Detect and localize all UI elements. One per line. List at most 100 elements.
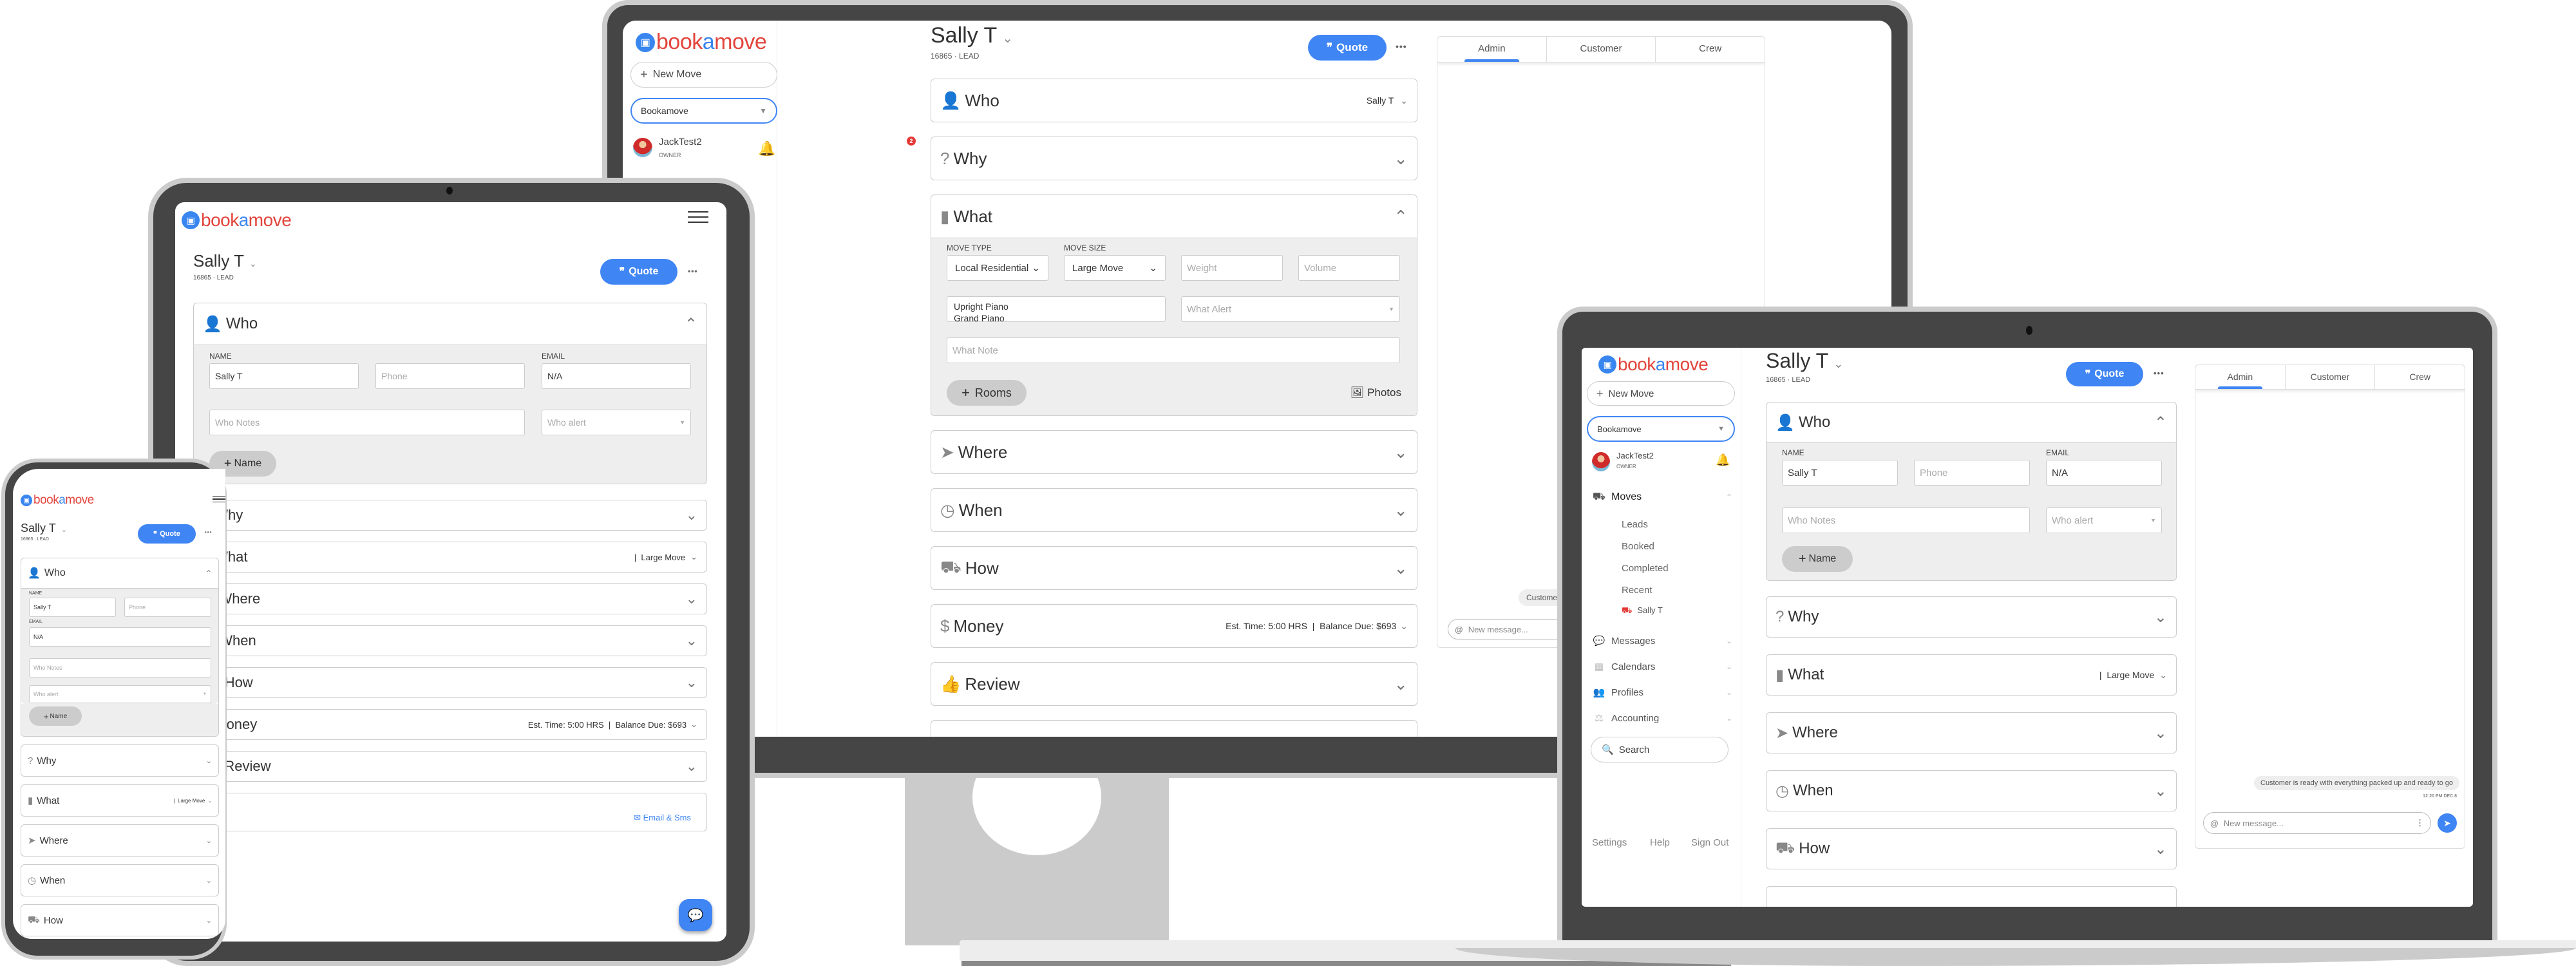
who-notes-textarea[interactable]: Who Notes <box>1782 507 2030 533</box>
section-where[interactable]: ➤Where⌄ <box>1766 712 2177 753</box>
section-when[interactable]: ◷When⌄ <box>1766 770 2177 811</box>
company-select[interactable]: Bookamove ▼ <box>1587 416 1735 442</box>
nav-profiles[interactable]: 👥 Profiles ⌄ <box>1591 687 1732 699</box>
who-notes-textarea[interactable]: Who Notes <box>29 658 211 677</box>
add-name-button[interactable]: + Name <box>1782 546 1853 572</box>
title-chevron-down-icon[interactable]: ⌄ <box>249 258 257 269</box>
what-alert-select[interactable]: What Alert ▼ <box>1181 296 1400 322</box>
section-how[interactable]: ⛟How⌄ <box>193 667 707 698</box>
avatar[interactable] <box>633 138 652 157</box>
chevron-up-icon[interactable]: ⌃ <box>1394 207 1408 227</box>
section-who[interactable]: 👤 Who ⌃ NAME EMAIL Sally T Phone N/A Who … <box>1766 402 2177 581</box>
nav-accounting[interactable]: ⚖ Accounting ⌄ <box>1591 712 1732 724</box>
section-what[interactable]: ▮What| Large Move⌄ <box>193 542 707 573</box>
phone-input[interactable]: Phone <box>1914 460 2030 486</box>
new-move-button[interactable]: + New Move <box>630 62 777 88</box>
what-note-textarea[interactable]: What Note <box>947 337 1400 363</box>
nav-sub-booked[interactable]: Booked <box>1622 541 1654 552</box>
tab-crew[interactable]: Crew <box>1656 37 1765 62</box>
section-how[interactable]: ⛟How⌄ <box>1766 828 2177 869</box>
who-notes-textarea[interactable]: Who Notes <box>209 410 525 435</box>
name-input[interactable]: Sally T <box>29 598 116 617</box>
nav-messages[interactable]: 💬 Messages ⌄ <box>1591 635 1732 647</box>
quote-button[interactable]: ❞ Quote <box>138 524 196 544</box>
nav-moves[interactable]: ⛟ Moves ⌃ <box>1591 491 1732 504</box>
phone-input[interactable]: Phone <box>375 363 525 389</box>
section-why[interactable]: ? Why ⌄ <box>931 137 1417 180</box>
section-what[interactable]: ▮ What ⌃ MOVE TYPE MOVE SIZE Local Reside… <box>931 194 1417 416</box>
title-chevron-down-icon[interactable]: ⌄ <box>1833 357 1843 371</box>
help-link[interactable]: Help <box>1650 837 1670 848</box>
chevron-up-icon[interactable]: ⌃ <box>205 569 212 578</box>
move-title[interactable]: Sally T ⌄ <box>1766 349 1843 373</box>
section-when[interactable]: ◷When⌄ <box>193 625 707 656</box>
volume-input[interactable]: Volume <box>1298 255 1400 281</box>
section-how[interactable]: ⛟How⌄ <box>21 904 219 936</box>
hamburger-menu-icon[interactable] <box>688 211 708 223</box>
message-input[interactable]: @ New message... ⋮ <box>2203 812 2431 834</box>
tab-admin[interactable]: Admin <box>1437 37 1547 62</box>
photos-link[interactable]: 🖼 Photos <box>1350 386 1401 399</box>
add-name-button[interactable]: + Name <box>29 706 82 726</box>
title-chevron-down-icon[interactable]: ⌄ <box>1002 30 1013 46</box>
brand-logo[interactable]: ▣ book a move <box>636 30 767 55</box>
chevron-up-icon[interactable]: ⌃ <box>685 315 697 334</box>
nav-calendars[interactable]: ▦ Calendars ⌄ <box>1591 661 1732 673</box>
section-where[interactable]: ➤Where⌄ <box>193 583 707 614</box>
more-options-button[interactable]: ••• <box>2154 368 2164 378</box>
mention-icon[interactable]: @ <box>2210 819 2219 828</box>
section-when[interactable]: ◷When⌄ <box>21 864 219 896</box>
more-options-button[interactable]: ••• <box>1396 41 1407 52</box>
hamburger-menu-icon[interactable] <box>213 496 225 502</box>
company-select[interactable]: Bookamove ▼ <box>630 98 777 124</box>
name-input[interactable]: Sally T <box>209 363 359 389</box>
nav-sub-recent[interactable]: Recent <box>1622 585 1653 596</box>
section-who[interactable]: 👤 Who ⌃ NAME EMAIL Sally T Phone N/A Who N… <box>193 303 707 484</box>
section-who[interactable]: 👤 Who Sally T ⌄ <box>931 79 1417 122</box>
who-alert-select[interactable]: Who alert ▼ <box>2046 507 2162 533</box>
email-input[interactable]: N/A <box>29 627 211 647</box>
section-where[interactable]: ➤Where⌄ <box>931 430 1417 474</box>
add-rooms-button[interactable]: + Rooms <box>947 380 1027 406</box>
section-what[interactable]: ▮What| Large Move⌄ <box>21 784 219 817</box>
search-button[interactable]: 🔍 Search <box>1591 737 1728 762</box>
move-title[interactable]: Sally T ⌄ <box>193 251 257 271</box>
brand-logo[interactable]: ▣ book a move <box>182 210 292 231</box>
new-move-button[interactable]: + New Move <box>1587 381 1735 406</box>
move-size-select[interactable]: Large Move ⌄ <box>1064 255 1166 281</box>
nav-sub-completed[interactable]: Completed <box>1622 563 1669 574</box>
section-how[interactable]: ⛟How⌄ <box>931 546 1417 590</box>
tab-crew[interactable]: Crew <box>2375 365 2465 389</box>
tab-customer[interactable]: Customer <box>1547 37 1656 62</box>
section-review[interactable]: 👍Review⌄ <box>931 662 1417 706</box>
more-options-button[interactable]: ••• <box>688 267 698 276</box>
quote-button[interactable]: ❞ Quote <box>2066 362 2143 386</box>
more-options-button[interactable]: ••• <box>205 529 212 535</box>
move-title[interactable]: Sally T ⌄ <box>21 522 67 535</box>
tab-admin[interactable]: Admin <box>2195 365 2286 389</box>
chevron-up-icon[interactable]: ⌃ <box>2154 413 2167 432</box>
sign-out-link[interactable]: Sign Out <box>1691 837 1728 848</box>
quote-button[interactable]: ❞ Quote <box>600 259 677 285</box>
section-when[interactable]: ◷When⌄ <box>931 488 1417 532</box>
weight-input[interactable]: Weight <box>1181 255 1283 281</box>
recent-move-item[interactable]: ⛟ Sally T <box>1622 605 1663 617</box>
vertical-dots-icon[interactable]: ⋮ <box>2416 818 2424 828</box>
avatar[interactable] <box>1592 452 1610 471</box>
section-where[interactable]: ➤Where⌄ <box>21 824 219 857</box>
notifications-bell-icon[interactable]: 🔔2 <box>758 137 916 157</box>
email-input[interactable]: N/A <box>2046 460 2162 486</box>
section-why[interactable]: ?Why⌄ <box>1766 596 2177 638</box>
move-type-select[interactable]: Local Residential ⌄ <box>947 255 1048 281</box>
who-alert-select[interactable]: Who alert ▼ <box>29 685 211 703</box>
name-input[interactable]: Sally T <box>1782 460 1898 486</box>
chat-fab-button[interactable]: 💬 <box>679 899 712 931</box>
email-sms-link[interactable]: ✉ Email & Sms <box>634 813 691 823</box>
nav-sub-leads[interactable]: Leads <box>1622 519 1648 530</box>
title-chevron-down-icon[interactable]: ⌄ <box>61 526 67 534</box>
section-review[interactable]: 👍Review⌄ <box>193 751 707 782</box>
send-button[interactable]: ➤ <box>2438 813 2457 833</box>
section-who[interactable]: 👤 Who ⌃ NAME Sally T Phone EMAIL N/A Who N… <box>21 558 219 737</box>
quote-button[interactable]: ❞ Quote <box>1308 35 1387 61</box>
section-money[interactable]: $MoneyEst. Time: 5:00 HRS | Balance Due:… <box>931 604 1417 648</box>
